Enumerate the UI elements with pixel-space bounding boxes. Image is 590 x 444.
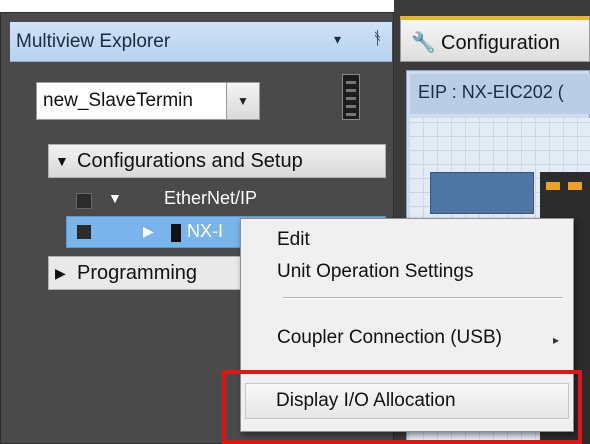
section-programming[interactable]: ▶ Programming: [48, 256, 248, 290]
chevron-down-icon[interactable]: ▼: [226, 83, 259, 119]
pin-icon[interactable]: ᚬ: [372, 28, 383, 49]
tab-configuration[interactable]: 🔧 Configuration: [400, 16, 590, 62]
tree-item-label: EtherNet/IP: [164, 188, 258, 208]
menu-item-coupler-connection-usb[interactable]: Coupler Connection (USB): [277, 327, 502, 349]
panel-dropdown-icon[interactable]: ▾: [334, 31, 341, 48]
device-select[interactable]: new_SlaveTermin ▼: [36, 82, 260, 120]
canvas-header: EIP : NX-EIC202 (: [410, 74, 590, 114]
tree-item-label: NX-I: [187, 221, 223, 241]
explorer-title: Multiview Explorer: [16, 31, 171, 52]
highlight-box: [222, 370, 582, 444]
tree-item-ethernet-ip[interactable]: ▼ EtherNet/IP: [64, 184, 384, 216]
expand-arrow-icon[interactable]: ▶: [55, 265, 73, 282]
section-label: Programming: [77, 261, 198, 284]
expand-arrow-icon[interactable]: ▼: [108, 190, 122, 206]
device-select-value: new_SlaveTermin: [43, 90, 193, 111]
menu-item-edit[interactable]: Edit: [277, 229, 310, 251]
menu-item-unit-operation-settings[interactable]: Unit Operation Settings: [277, 261, 473, 283]
section-configurations-and-setup[interactable]: ▼ Configurations and Setup: [48, 144, 386, 178]
expand-arrow-icon[interactable]: ▼: [55, 153, 73, 169]
node-marker-icon: [76, 193, 92, 209]
submenu-arrow-icon: ▸: [553, 333, 560, 347]
coupler-unit-graphic[interactable]: [430, 172, 534, 214]
device-icon: [171, 224, 181, 242]
menu-separator: [283, 297, 563, 299]
tab-label: Configuration: [441, 32, 560, 54]
section-label: Configurations and Setup: [77, 149, 303, 172]
wrench-icon: 🔧: [411, 32, 436, 54]
explorer-title-bar: Multiview Explorer ▾ ᚬ: [10, 22, 392, 62]
collapse-arrow-icon[interactable]: ▶: [143, 223, 154, 240]
node-marker-icon: [77, 225, 91, 239]
device-thumbnail-icon: [342, 74, 360, 120]
